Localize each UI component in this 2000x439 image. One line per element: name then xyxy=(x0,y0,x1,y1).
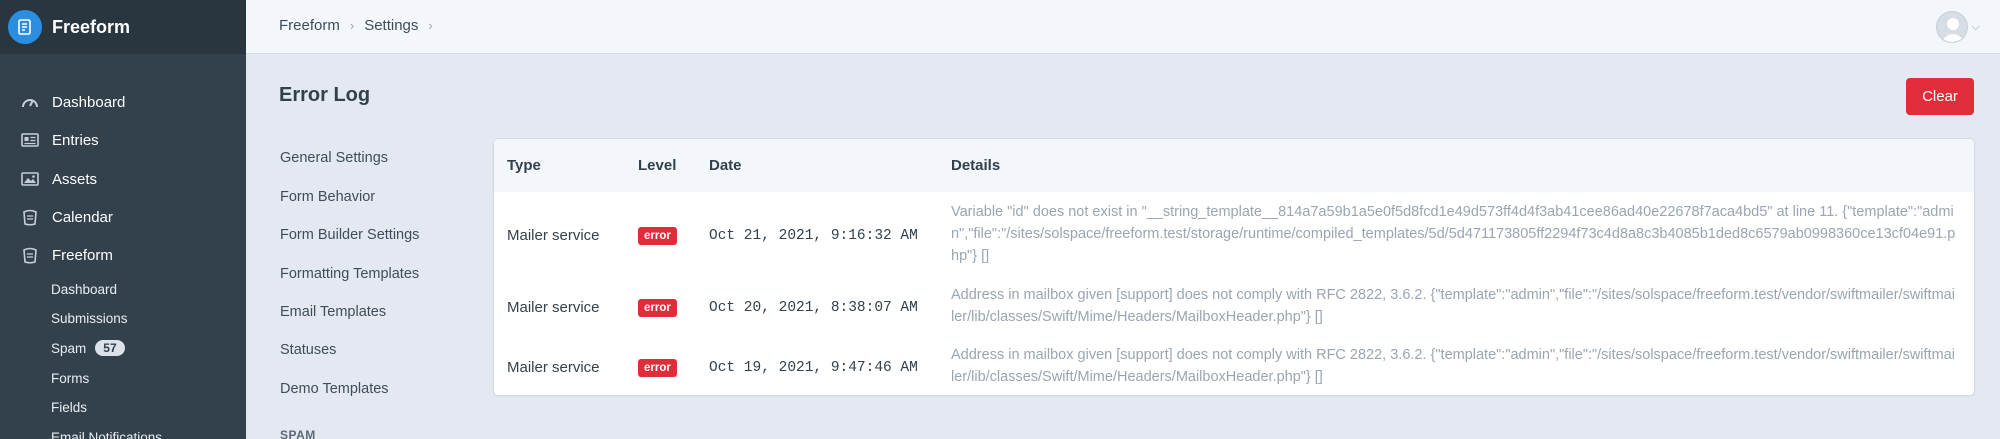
column-header-type: Type xyxy=(507,157,541,174)
details-cell: Variable "id" does not exist in "__strin… xyxy=(951,204,1956,264)
sidebar-subitem-label: Forms xyxy=(51,370,90,386)
column-header-date: Date xyxy=(709,157,742,174)
settings-nav-formatting-templates[interactable]: Formatting Templates xyxy=(280,266,419,282)
breadcrumb-freeform[interactable]: Freeform xyxy=(279,17,340,34)
newspaper-icon xyxy=(20,131,40,149)
date-cell: Oct 19, 2021, 9:47:46 AM xyxy=(709,360,918,376)
sidebar-subitem-label: Dashboard xyxy=(51,281,118,297)
settings-nav-heading-spam: SPAM xyxy=(280,428,316,439)
settings-nav-general-settings[interactable]: General Settings xyxy=(280,150,388,166)
chevron-right-icon: › xyxy=(428,18,433,33)
error-level-badge: error xyxy=(638,359,677,377)
sidebar-item-label: Calendar xyxy=(52,208,113,226)
freeform-icon xyxy=(20,246,40,264)
sidebar-item-label: Freeform xyxy=(52,246,113,264)
app-name[interactable]: Freeform xyxy=(52,17,130,38)
sidebar-subitem-dashboard[interactable]: Dashboard xyxy=(51,279,117,299)
sidebar-item-freeform[interactable]: Freeform xyxy=(20,243,113,267)
error-level-badge: error xyxy=(638,299,677,317)
sidebar: Freeform Dashboard Entries Assets Calend… xyxy=(0,0,246,439)
type-cell: Mailer service xyxy=(507,359,600,376)
spam-count-badge: 57 xyxy=(95,340,125,356)
breadcrumb-settings[interactable]: Settings xyxy=(364,17,418,34)
error-level-badge: error xyxy=(638,227,677,245)
sidebar-subitem-label: Spam xyxy=(51,340,87,356)
type-cell: Mailer service xyxy=(507,227,600,244)
page-title: Error Log xyxy=(279,84,371,106)
date-cell: Oct 21, 2021, 9:16:32 AM xyxy=(709,228,918,244)
sidebar-subitem-forms[interactable]: Forms xyxy=(51,368,89,388)
sidebar-item-dashboard[interactable]: Dashboard xyxy=(20,90,125,114)
table-header: Type Level Date Details xyxy=(494,139,1974,192)
settings-nav-form-builder-settings[interactable]: Form Builder Settings xyxy=(280,227,419,243)
calendar-icon xyxy=(20,208,40,226)
clear-button[interactable]: Clear xyxy=(1906,78,1974,115)
column-header-details: Details xyxy=(951,157,1001,174)
sidebar-item-entries[interactable]: Entries xyxy=(20,128,99,152)
type-cell: Mailer service xyxy=(507,299,600,316)
avatar xyxy=(1935,11,1968,43)
sidebar-item-label: Entries xyxy=(52,131,99,149)
freeform-logo-icon[interactable] xyxy=(8,10,42,44)
chevron-down-icon: ⌵ xyxy=(1971,20,1980,33)
breadcrumb: Freeform › Settings › xyxy=(279,17,443,34)
sidebar-item-label: Dashboard xyxy=(52,93,126,111)
settings-nav-email-templates[interactable]: Email Templates xyxy=(280,304,386,320)
sidebar-subitem-email-notifications[interactable]: Email Notifications xyxy=(51,427,162,439)
sidebar-subitem-label: Submissions xyxy=(51,310,128,326)
sidebar-item-assets[interactable]: Assets xyxy=(20,167,97,191)
sidebar-subitem-fields[interactable]: Fields xyxy=(51,397,87,417)
settings-nav-statuses[interactable]: Statuses xyxy=(280,342,336,358)
chevron-right-icon: › xyxy=(349,18,355,33)
sidebar-subitem-spam[interactable]: Spam 57 xyxy=(51,338,125,358)
sidebar-subitem-label: Fields xyxy=(51,399,88,415)
date-cell: Oct 20, 2021, 8:38:07 AM xyxy=(709,300,918,316)
settings-nav-demo-templates[interactable]: Demo Templates xyxy=(280,381,389,397)
sidebar-subitem-label: Email Notifications xyxy=(51,429,163,439)
gauge-icon xyxy=(20,93,40,111)
details-cell: Address in mailbox given [support] does … xyxy=(951,287,1955,325)
user-menu[interactable]: ⌵ xyxy=(1935,11,1980,43)
image-icon xyxy=(20,170,40,188)
sidebar-subitem-submissions[interactable]: Submissions xyxy=(51,308,128,328)
sidebar-item-calendar[interactable]: Calendar xyxy=(20,205,113,229)
details-cell: Address in mailbox given [support] does … xyxy=(951,347,1955,385)
error-log-table: Type Level Date Details Mailer service e… xyxy=(493,138,1975,396)
top-bar: Freeform › Settings › ⌵ xyxy=(246,0,2000,54)
settings-nav-form-behavior[interactable]: Form Behavior xyxy=(280,189,375,205)
sidebar-header: Freeform xyxy=(0,0,246,54)
sidebar-item-label: Assets xyxy=(52,170,98,188)
column-header-level: Level xyxy=(638,157,677,174)
